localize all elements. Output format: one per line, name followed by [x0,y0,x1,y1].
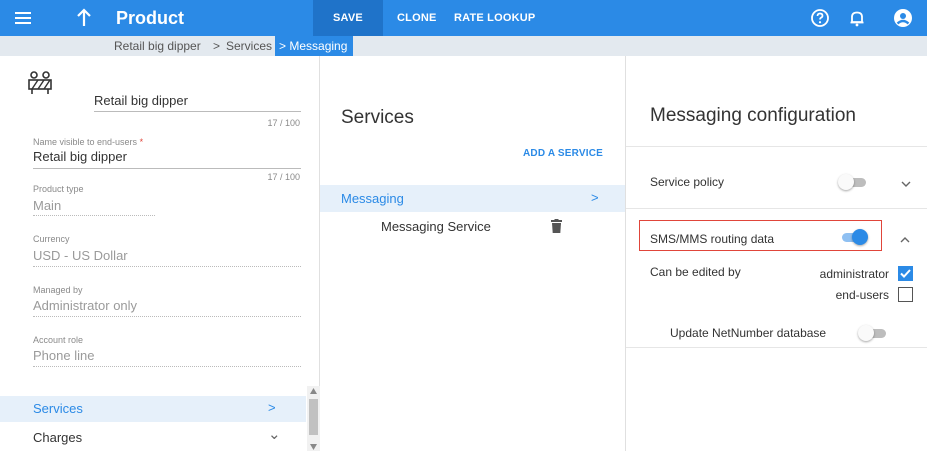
currency-underline [33,266,301,267]
can-be-edited-label: Can be edited by [650,265,741,279]
name-visible-counter: 17 / 100 [267,172,300,182]
messaging-config-panel: Messaging configuration Service policy S… [626,56,927,451]
nav-item-services[interactable]: Services > [0,396,306,422]
end-users-checkbox[interactable] [898,287,913,302]
required-mark: * [139,137,144,147]
account-role-label: Account role [33,335,84,345]
name-visible-label: Name visible to end-users * [33,137,143,147]
services-title: Services [341,107,414,128]
rate-lookup-button[interactable]: RATE LOOKUP [454,0,535,36]
service-policy-toggle[interactable] [838,173,868,191]
account-icon[interactable] [893,8,913,28]
product-panel: Retail big dipper 17 / 100 Name visible … [0,56,320,451]
arrow-up-icon[interactable] [74,6,94,30]
product-name-counter: 17 / 100 [267,118,300,128]
managed-by-value: Administrator only [33,298,138,313]
service-group-label: Messaging [341,191,404,206]
service-policy-label: Service policy [650,175,725,189]
chevron-down-icon[interactable] [900,176,912,187]
scrollbar-thumb[interactable] [309,399,318,435]
breadcrumb-separator: > [279,39,287,53]
product-type-underline [33,215,155,216]
bell-icon[interactable] [847,8,867,28]
chevron-right-icon: > [268,400,276,415]
account-role-underline [33,366,301,367]
editor-administrator-label: administrator [819,267,889,281]
save-button[interactable]: SAVE [313,0,383,36]
scrollbar[interactable] [307,386,320,451]
trash-icon[interactable] [551,219,562,233]
chevron-up-icon[interactable] [899,232,911,243]
divider [626,146,927,147]
chevron-down-icon: ⌄ [268,426,281,443]
update-netnumber-label: Update NetNumber database [670,326,827,340]
divider [626,347,927,348]
services-panel: Services ADD A SERVICE Messaging > Messa… [320,56,626,451]
routing-data-toggle[interactable] [838,228,868,246]
name-visible-underline [33,168,301,169]
breadcrumb-item-product[interactable]: Retail big dipper [114,39,201,53]
managed-by-label: Managed by [33,285,83,295]
help-icon[interactable] [810,8,830,28]
editor-end-users-label: end-users [835,288,889,302]
product-type-label: Product type [33,184,84,194]
name-visible-input[interactable]: Retail big dipper [33,149,127,164]
currency-value: USD - US Dollar [33,248,128,263]
name-visible-label-text: Name visible to end-users [33,137,138,147]
add-service-button[interactable]: ADD A SERVICE [523,148,603,159]
clone-button[interactable]: CLONE [397,0,437,36]
product-name[interactable]: Retail big dipper [94,93,188,108]
breadcrumb-item-current: > Messaging [275,36,354,56]
breadcrumb: Retail big dipper > Services > Messaging [0,36,927,56]
product-name-underline [94,111,301,112]
nav-item-charges-label: Charges [33,430,83,445]
currency-label: Currency [33,234,70,244]
routing-data-label: SMS/MMS routing data [650,232,775,246]
service-group-messaging[interactable]: Messaging > [320,185,625,212]
nav-item-services-label: Services [33,401,83,416]
managed-by-underline [33,316,301,317]
top-bar: Product SAVE CLONE RATE LOOKUP [0,0,927,36]
breadcrumb-item-messaging: Messaging [289,39,348,53]
config-title: Messaging configuration [650,105,856,126]
account-role-value: Phone line [33,348,95,363]
breadcrumb-item-services[interactable]: Services [226,39,272,53]
product-icon [26,70,56,96]
menu-icon[interactable] [12,8,34,28]
divider [626,208,927,209]
nav-item-charges[interactable]: Charges ⌄ [0,425,306,451]
update-netnumber-toggle[interactable] [858,324,888,342]
service-item-messaging[interactable]: Messaging Service [381,219,491,234]
chevron-right-icon: > [591,190,599,205]
page-title: Product [116,8,185,28]
breadcrumb-separator: > [213,39,221,53]
administrator-checkbox[interactable] [898,266,913,281]
product-type-value: Main [33,198,62,213]
